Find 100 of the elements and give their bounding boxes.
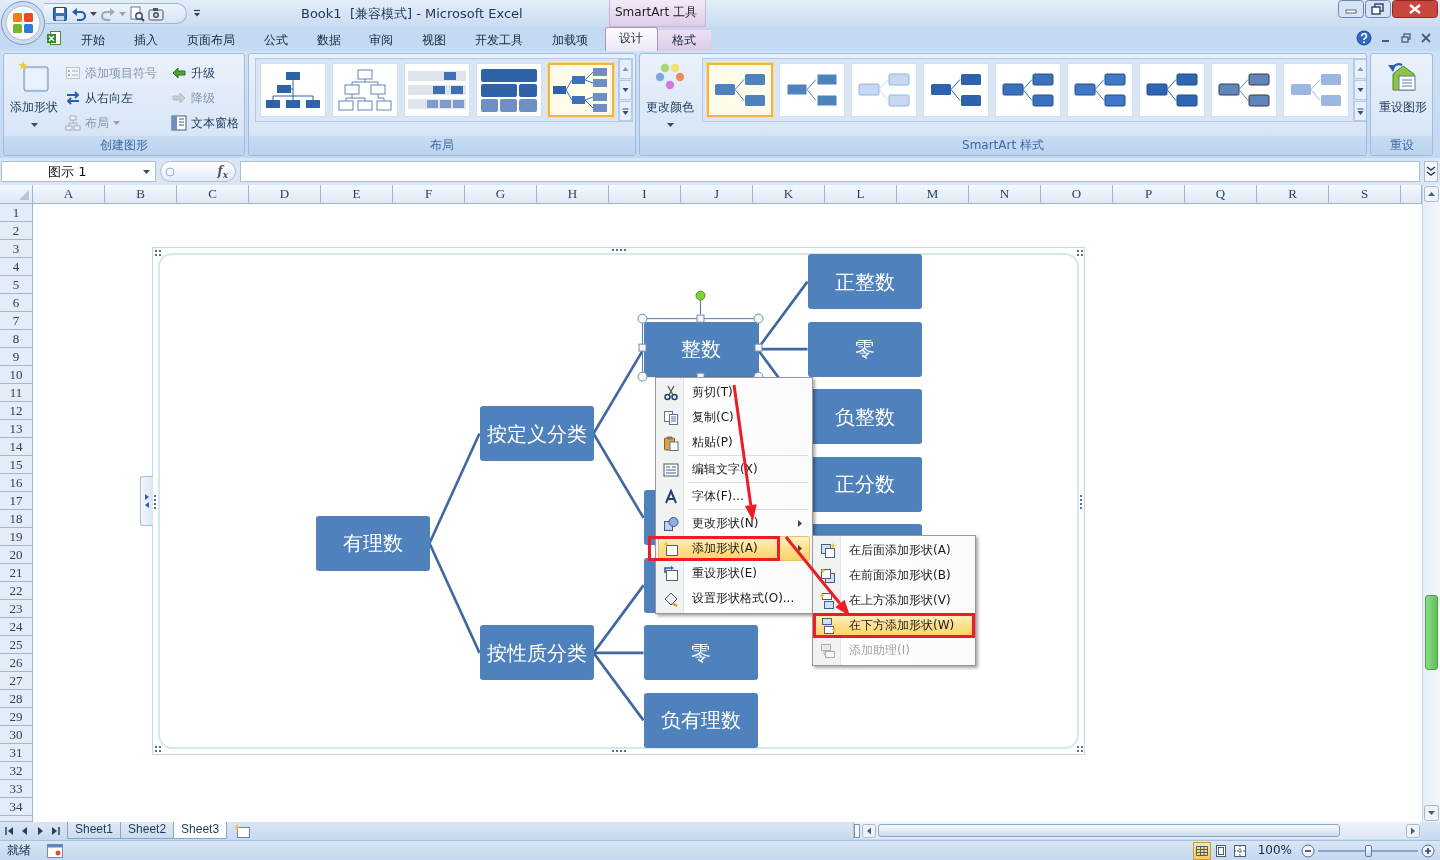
row-header[interactable]: 11 [0,384,33,402]
column-header[interactable]: G [465,185,537,204]
row-header[interactable]: 23 [0,600,33,618]
close-icon[interactable] [1392,0,1438,18]
column-header[interactable]: I [609,185,681,204]
zoom-out-icon[interactable] [1301,843,1315,858]
macro-record-icon[interactable] [47,843,63,858]
column-header[interactable]: H [537,185,609,204]
sheet-tab[interactable]: Sheet1 [67,822,122,839]
split-grip-icon[interactable] [854,823,860,838]
column-header[interactable]: S [1329,185,1401,204]
menu-item[interactable]: 在上方添加形状(V) [815,588,960,613]
row-header[interactable]: 10 [0,366,33,384]
gallery-item[interactable] [404,63,470,117]
column-header[interactable]: K [753,185,825,204]
menu-item[interactable]: 在前面添加形状(B) [815,563,960,588]
column-header[interactable]: D [249,185,321,204]
last-sheet-icon[interactable] [49,825,61,837]
row-header[interactable]: 28 [0,690,33,708]
row-header[interactable]: 20 [0,546,33,564]
sheet-tab[interactable]: Sheet3 [173,822,228,839]
insert-function-button[interactable]: f$_{x}$ [160,161,236,182]
undo-icon[interactable] [71,5,87,22]
sizing-handle-icon[interactable] [155,250,162,257]
column-header[interactable]: L [825,185,897,204]
column-header[interactable]: C [177,185,249,204]
name-box[interactable]: 图示 1 [1,161,156,182]
zoom-in-icon[interactable] [1421,843,1435,858]
scroll-right-icon[interactable] [1406,823,1420,838]
save-icon[interactable] [52,5,68,22]
ribbon-tab[interactable]: 格式 [657,29,711,51]
row-header[interactable]: 29 [0,708,33,726]
column-header[interactable]: J [681,185,753,204]
menu-item[interactable]: 设置形状格式(O)... [658,586,804,611]
excel-icon[interactable] [46,30,62,46]
row-header[interactable]: 26 [0,654,33,672]
scroll-down-icon[interactable] [619,80,632,100]
sizing-handle-icon[interactable] [1077,250,1084,257]
row-header[interactable]: 24 [0,618,33,636]
ribbon-button[interactable]: 升级 [168,62,242,84]
row-header[interactable]: 19 [0,528,33,546]
formula-input[interactable] [240,161,1420,182]
ribbon-tab[interactable]: 设计 [605,27,658,51]
row-header[interactable]: 14 [0,438,33,456]
scroll-thumb[interactable] [878,824,1340,837]
column-header[interactable]: A [33,185,105,204]
row-header[interactable]: 12 [0,402,33,420]
scroll-left-icon[interactable] [862,823,876,838]
menu-item[interactable]: 在后面添加形状(A) [815,538,960,563]
menu-item[interactable]: 复制(C) [658,405,743,430]
row-header[interactable]: 5 [0,276,33,294]
text-pane-button[interactable] [140,476,153,526]
sizing-handle-icon[interactable] [1077,746,1084,753]
zoom-slider[interactable] [1318,843,1418,858]
slider-thumb[interactable] [1364,844,1372,857]
row-header[interactable]: 22 [0,582,33,600]
row-header[interactable]: 25 [0,636,33,654]
ribbon-button[interactable]: 更改颜色 [642,56,698,136]
column-header[interactable]: P [1113,185,1185,204]
more-icon[interactable] [1354,101,1366,121]
ribbon-tab[interactable]: 页面布局 [172,29,250,51]
sizing-handle-icon[interactable] [612,750,626,753]
column-header[interactable]: B [105,185,177,204]
menu-item[interactable]: 重设形状(E) [658,561,766,586]
row-header[interactable]: 3 [0,240,33,258]
ribbon-button[interactable]: 重设图形 [1373,56,1432,136]
resize-handle[interactable] [637,313,648,324]
gallery-item[interactable] [995,63,1061,117]
menu-item[interactable]: 粘贴(P) [658,430,742,455]
row-header[interactable]: 2 [0,222,33,240]
sizing-handle-icon[interactable] [1080,495,1083,509]
row-header[interactable]: 31 [0,744,33,762]
more-icon[interactable] [619,101,632,121]
scroll-thumb[interactable] [1425,595,1438,670]
customize-icon[interactable] [193,9,201,17]
menu-item[interactable]: 字体(F)... [658,484,753,509]
ribbon-tab[interactable]: 公式 [249,29,303,51]
row-header[interactable]: 16 [0,474,33,492]
scroll-down-icon[interactable] [1354,80,1366,100]
scroll-up-icon[interactable] [1424,186,1439,202]
ribbon-tab[interactable]: 插入 [119,29,173,51]
row-header[interactable]: 1 [0,204,33,222]
sizing-handle-icon[interactable] [612,249,626,252]
view-button[interactable] [1192,841,1211,860]
column-header[interactable]: F [393,185,465,204]
ribbon-button[interactable]: 从右向左 [62,87,160,109]
gallery-item[interactable] [260,63,326,117]
row-header[interactable]: 34 [0,798,33,816]
gallery-item[interactable] [779,63,845,117]
row-header[interactable]: 4 [0,258,33,276]
ribbon-tab[interactable]: 审阅 [354,29,408,51]
zoom-level[interactable]: 100% [1257,843,1292,858]
column-header[interactable]: E [321,185,393,204]
sheet-tab[interactable]: Sheet2 [120,822,175,839]
rotation-handle[interactable] [695,290,706,316]
gallery-item[interactable] [1211,63,1277,117]
first-sheet-icon[interactable] [4,825,16,837]
resize-handle[interactable] [754,343,763,352]
row-header[interactable]: 18 [0,510,33,528]
row-header[interactable]: 15 [0,456,33,474]
